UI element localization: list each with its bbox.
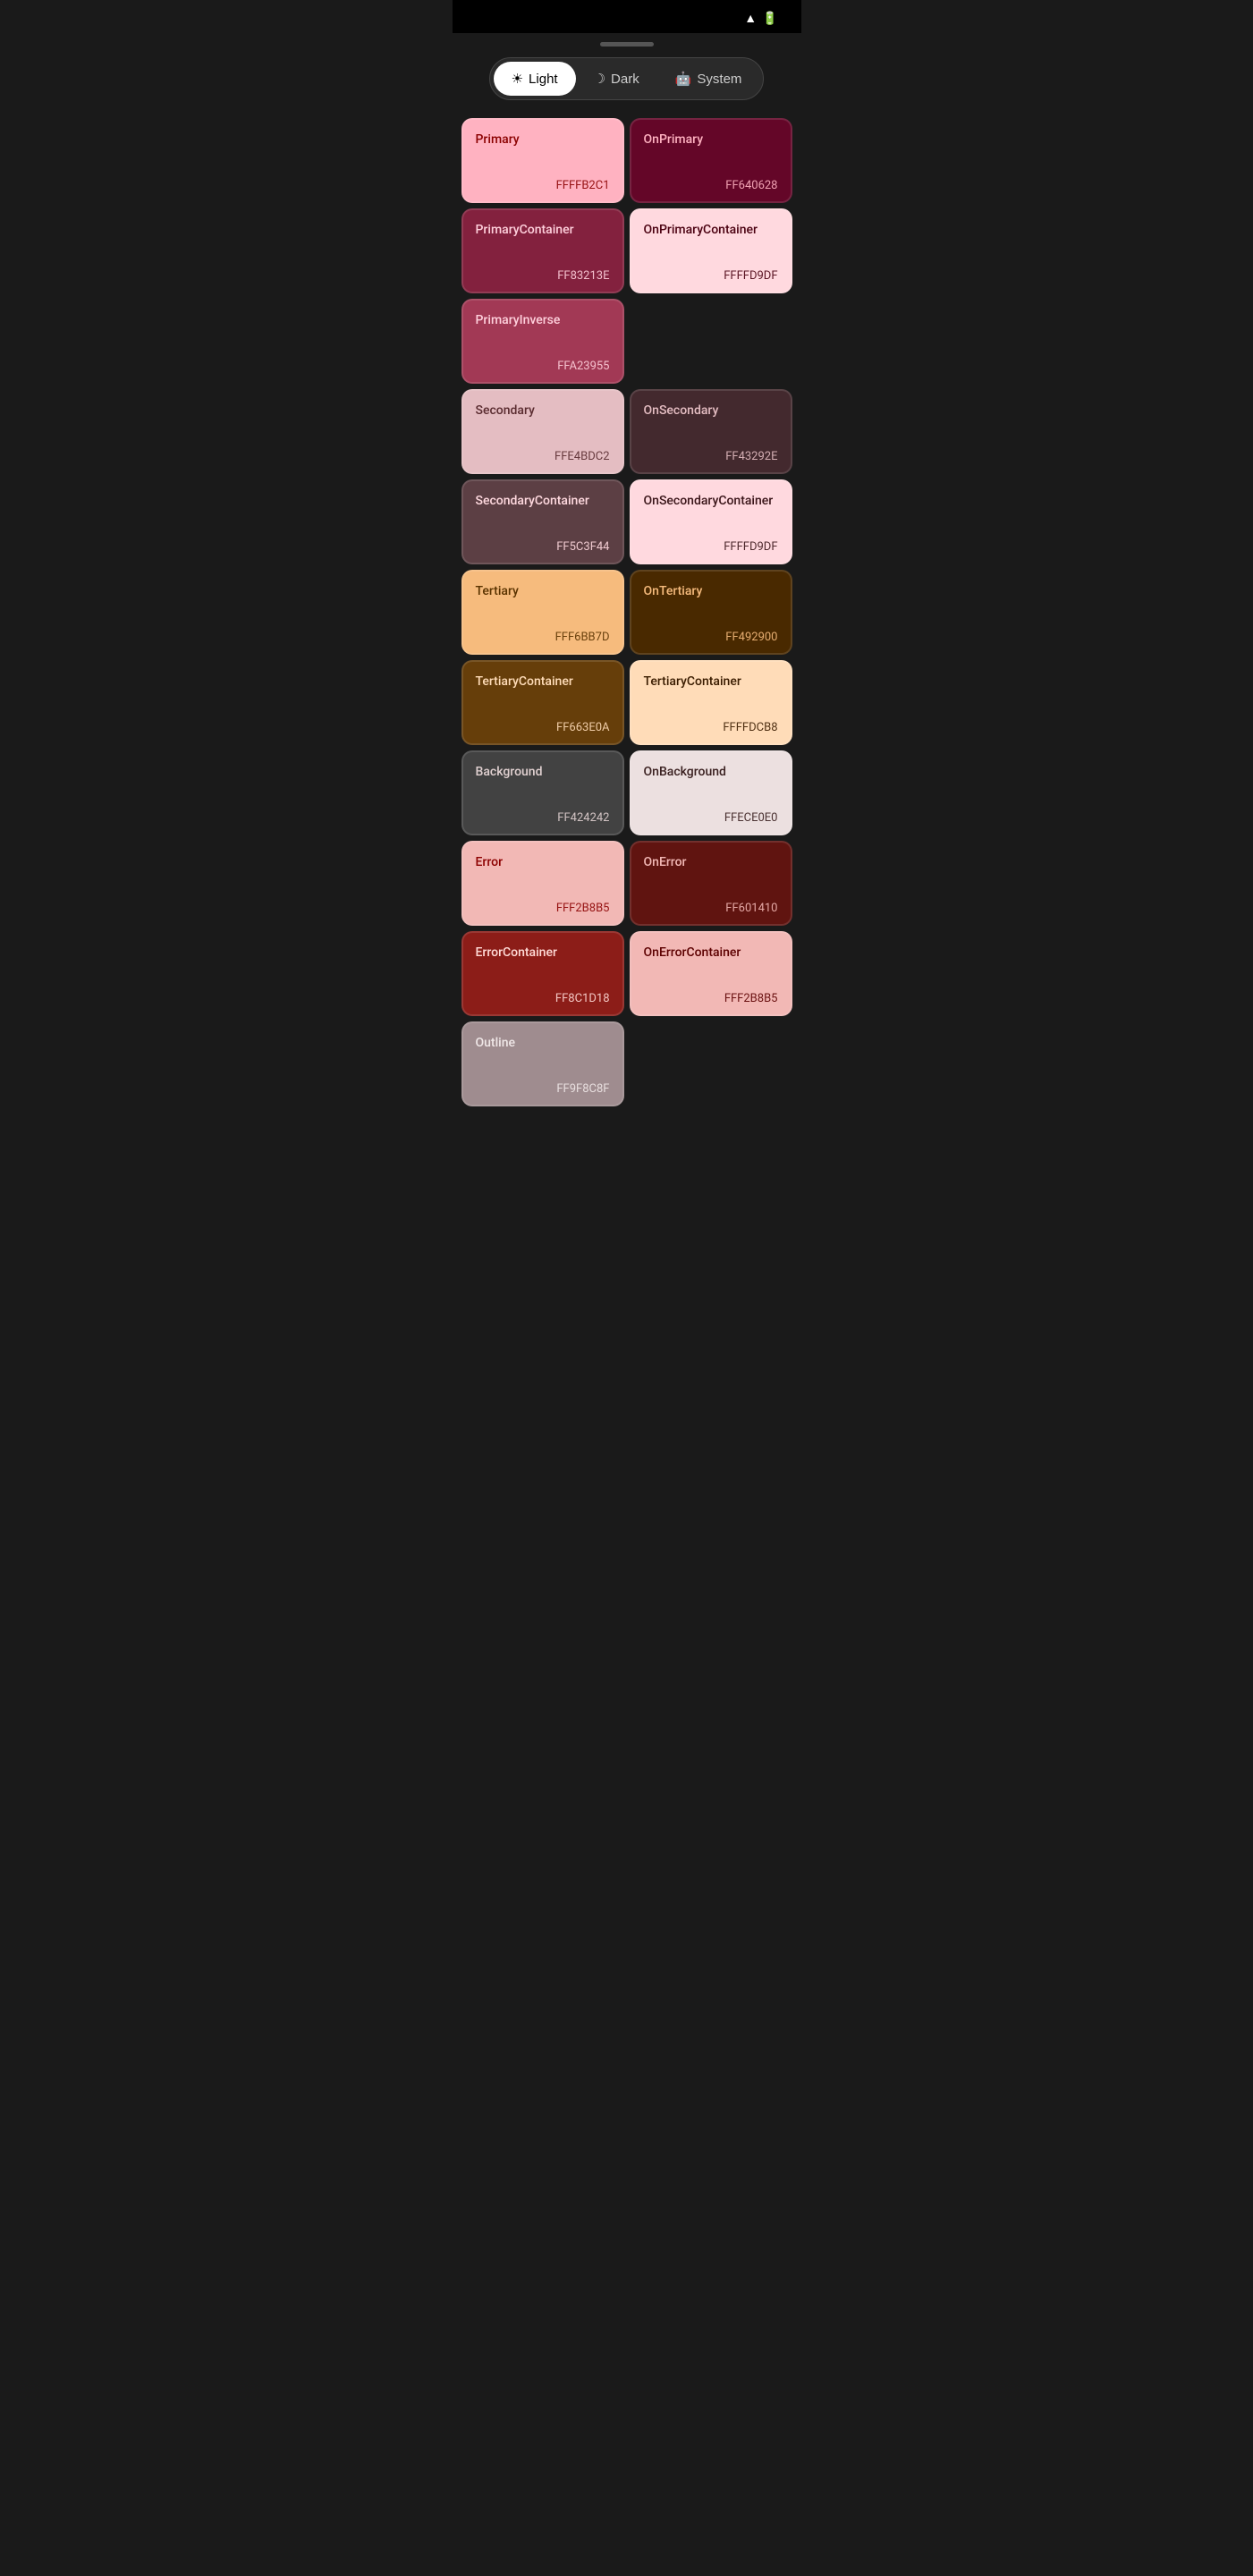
color-hex: FF492900 xyxy=(644,631,778,644)
color-hex: FF640628 xyxy=(644,179,778,192)
color-name: OnError xyxy=(644,855,778,869)
android-icon: 🤖 xyxy=(675,71,692,87)
color-card[interactable]: Background FF424242 xyxy=(461,750,624,835)
color-name: OnSecondaryContainer xyxy=(644,494,778,508)
color-hex: FFF6BB7D xyxy=(476,631,610,644)
color-hex: FFF2B8B5 xyxy=(476,902,610,915)
color-hex: FFECE0E0 xyxy=(644,811,778,825)
color-card[interactable]: Tertiary FFF6BB7D xyxy=(461,570,624,655)
color-name: PrimaryInverse xyxy=(476,313,610,327)
color-card[interactable]: OnErrorContainer FFF2B8B5 xyxy=(630,931,792,1016)
color-name: OnPrimary xyxy=(644,132,778,147)
color-card[interactable]: OnSecondaryContainer FFFFD9DF xyxy=(630,479,792,564)
color-card[interactable]: OnError FF601410 xyxy=(630,841,792,926)
color-name: SecondaryContainer xyxy=(476,494,610,508)
color-card[interactable]: TertiaryContainer FFFFDCB8 xyxy=(630,660,792,745)
color-name: ErrorContainer xyxy=(476,945,610,960)
color-name: Tertiary xyxy=(476,584,610,598)
color-hex: FFA23955 xyxy=(476,360,610,373)
color-card[interactable] xyxy=(630,299,792,384)
color-name: TertiaryContainer xyxy=(476,674,610,689)
color-card[interactable]: ErrorContainer FF8C1D18 xyxy=(461,931,624,1016)
theme-button-system[interactable]: 🤖 System xyxy=(657,62,760,96)
signal-icon: ▲ xyxy=(744,11,757,26)
status-icons: ▲ 🔋 xyxy=(739,11,783,26)
drag-indicator xyxy=(600,42,654,47)
color-card[interactable]: OnPrimary FF640628 xyxy=(630,118,792,203)
color-hex: FFE4BDC2 xyxy=(476,450,610,463)
color-card[interactable]: Primary FFFFB2C1 xyxy=(461,118,624,203)
system-label: System xyxy=(697,72,741,87)
theme-selector: ☀ Light ☽ Dark 🤖 System xyxy=(489,57,765,100)
color-name: Outline xyxy=(476,1036,610,1050)
color-name: OnPrimaryContainer xyxy=(644,223,778,237)
color-card[interactable]: OnBackground FFECE0E0 xyxy=(630,750,792,835)
color-card[interactable]: Secondary FFE4BDC2 xyxy=(461,389,624,474)
sun-icon: ☀ xyxy=(512,71,523,87)
color-name: Secondary xyxy=(476,403,610,418)
color-card[interactable]: PrimaryInverse FFA23955 xyxy=(461,299,624,384)
color-hex: FF5C3F44 xyxy=(476,540,610,554)
color-card[interactable]: PrimaryContainer FF83213E xyxy=(461,208,624,293)
color-hex: FFFFD9DF xyxy=(644,269,778,283)
color-card[interactable]: SecondaryContainer FF5C3F44 xyxy=(461,479,624,564)
color-hex: FFFFD9DF xyxy=(644,540,778,554)
color-card[interactable]: OnTertiary FF492900 xyxy=(630,570,792,655)
color-hex: FFFFB2C1 xyxy=(476,179,610,192)
theme-button-dark[interactable]: ☽ Dark xyxy=(576,62,657,96)
color-name: OnErrorContainer xyxy=(644,945,778,960)
color-card[interactable]: Error FFF2B8B5 xyxy=(461,841,624,926)
light-label: Light xyxy=(529,72,558,87)
moon-icon: ☽ xyxy=(594,71,605,87)
color-hex: FF83213E xyxy=(476,269,610,283)
color-hex: FF424242 xyxy=(476,811,610,825)
status-bar: ▲ 🔋 xyxy=(453,0,801,33)
color-hex: FF9F8C8F xyxy=(476,1082,610,1096)
color-name: Background xyxy=(476,765,610,779)
color-card[interactable]: TertiaryContainer FF663E0A xyxy=(461,660,624,745)
color-hex: FFFFDCB8 xyxy=(644,721,778,734)
dark-label: Dark xyxy=(611,72,639,87)
color-hex: FF43292E xyxy=(644,450,778,463)
color-hex: FF601410 xyxy=(644,902,778,915)
color-grid: Primary FFFFB2C1 OnPrimary FF640628 PrimaryC… xyxy=(453,118,801,1124)
color-card[interactable]: Outline FF9F8C8F xyxy=(461,1021,624,1106)
color-name: OnSecondary xyxy=(644,403,778,418)
color-card[interactable]: OnSecondary FF43292E xyxy=(630,389,792,474)
color-name: TertiaryContainer xyxy=(644,674,778,689)
color-card[interactable]: OnPrimaryContainer FFFFD9DF xyxy=(630,208,792,293)
color-name: OnBackground xyxy=(644,765,778,779)
color-name: Primary xyxy=(476,132,610,147)
color-hex: FF8C1D18 xyxy=(476,992,610,1005)
theme-button-light[interactable]: ☀ Light xyxy=(494,62,576,96)
color-hex: FFF2B8B5 xyxy=(644,992,778,1005)
battery-icon: 🔋 xyxy=(762,12,777,26)
color-name: PrimaryContainer xyxy=(476,223,610,237)
color-name: OnTertiary xyxy=(644,584,778,598)
color-name: Error xyxy=(476,855,610,869)
color-hex: FF663E0A xyxy=(476,721,610,734)
